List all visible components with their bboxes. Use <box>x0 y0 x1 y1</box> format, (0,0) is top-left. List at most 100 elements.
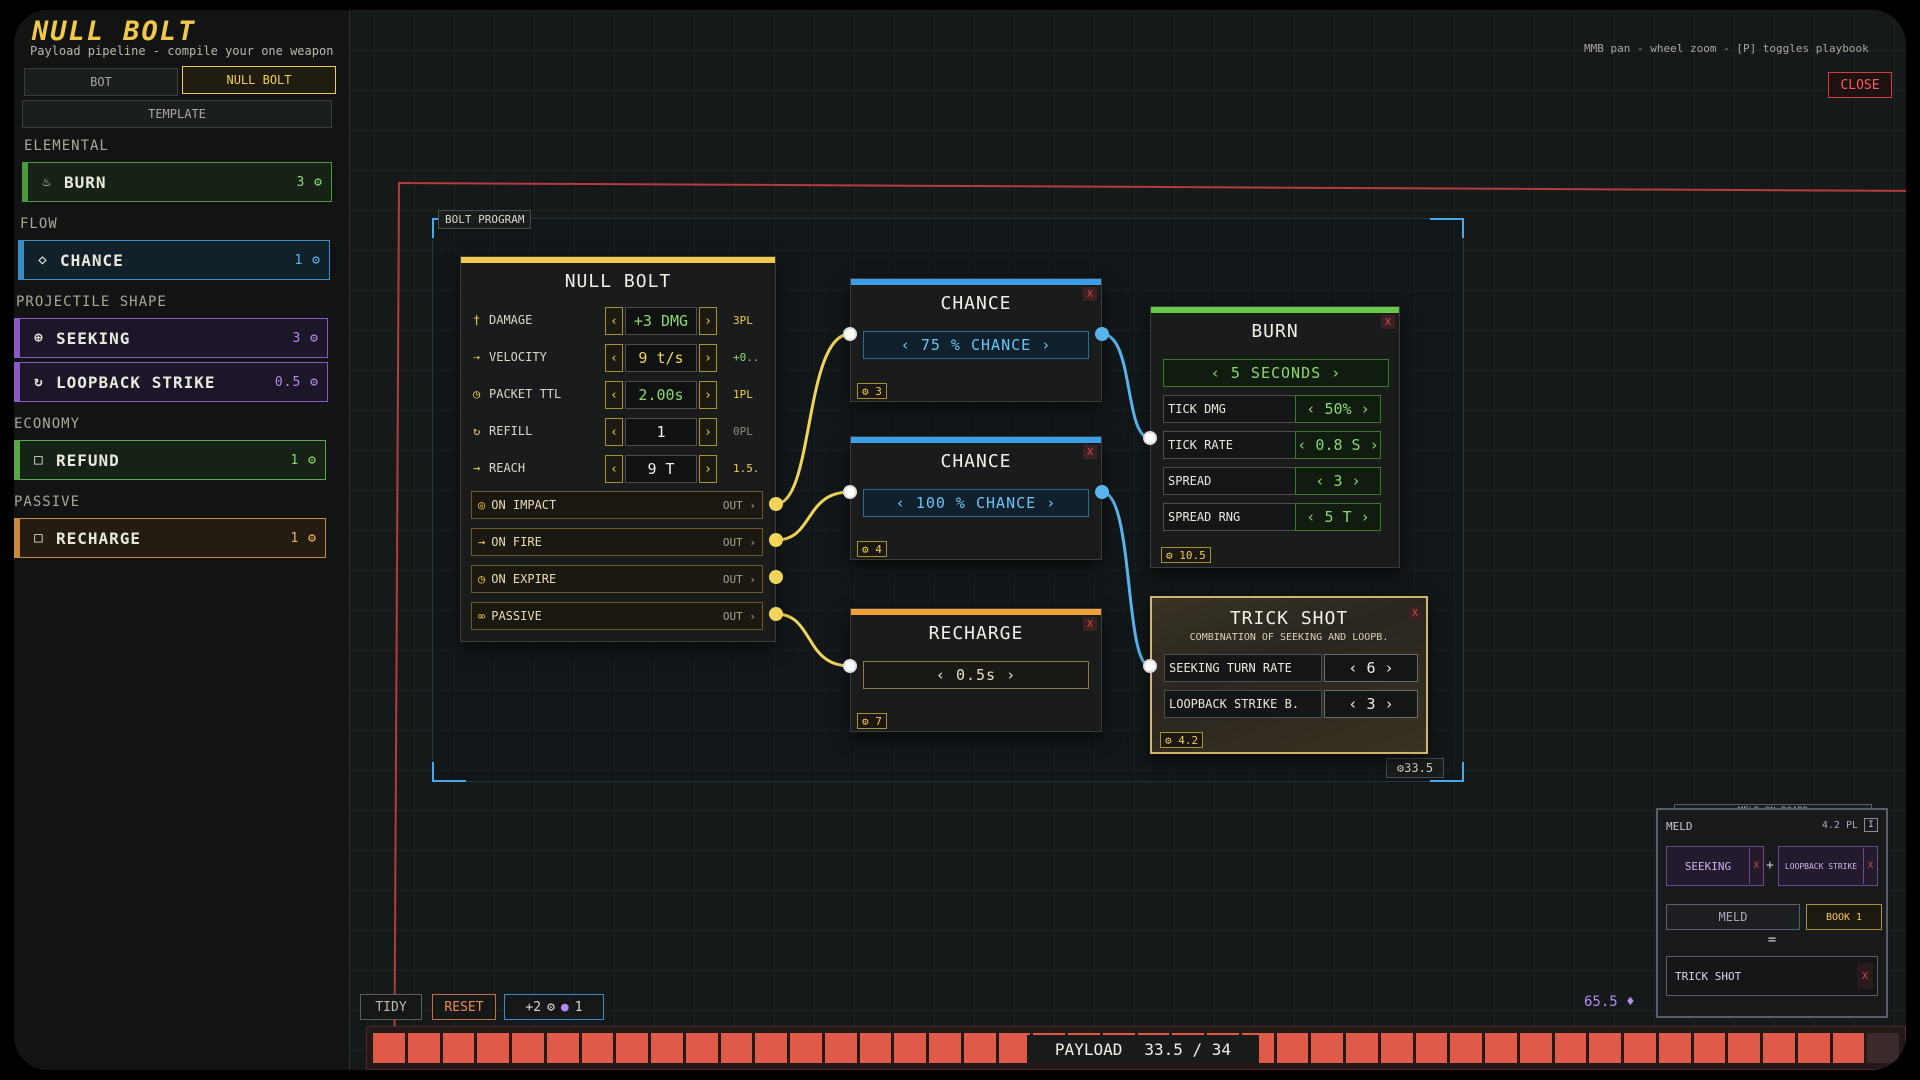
clock-icon: ◷ <box>473 387 481 401</box>
meld-panel: MELD 4.2 PL I SEEKING X + LOOPBACK STRIK… <box>1656 808 1888 1018</box>
decrease-arrow[interactable]: ‹ <box>605 381 623 409</box>
row-value[interactable]: ‹ 3 › <box>1324 690 1418 718</box>
row-value[interactable]: ‹ 0.8 S › <box>1295 431 1381 459</box>
wire-chance-burn <box>1101 332 1151 440</box>
meld-slot-seeking[interactable]: SEEKING X <box>1666 846 1764 886</box>
node-cost: ⚙ 4.2 <box>1160 732 1204 748</box>
recharge-node[interactable]: RECHARGE X ‹ 0.5s › ⚙ 7 <box>850 608 1102 732</box>
payload-segment <box>1485 1033 1517 1063</box>
trick-shot-node[interactable]: TRICK SHOT COMBINATION OF SEEKING AND LO… <box>1150 596 1428 754</box>
input-port[interactable] <box>843 659 857 673</box>
book-button[interactable]: BOOK 1 <box>1806 904 1882 930</box>
payload-segment <box>685 1033 718 1063</box>
plus-icon: + <box>1766 858 1774 873</box>
increase-arrow[interactable]: › <box>699 455 717 483</box>
payload-segment <box>512 1033 544 1063</box>
trigger-on-fire[interactable]: → ON FIRE OUT › <box>471 528 763 556</box>
tidy-button[interactable]: TIDY <box>360 994 422 1020</box>
decrease-arrow[interactable]: ‹ <box>605 307 623 335</box>
payload-segment <box>790 1033 822 1063</box>
output-port-passive[interactable] <box>769 607 783 621</box>
payload-segment <box>1311 1033 1343 1063</box>
chance-value[interactable]: ‹ 75 % CHANCE › <box>863 331 1089 359</box>
game-screen: NULL BOLT Payload pipeline - compile you… <box>14 10 1906 1070</box>
burn-spread: SPREAD ‹ 3 › <box>1163 467 1413 495</box>
burn-duration[interactable]: ‹ 5 SECONDS › <box>1163 359 1389 387</box>
payload-segment <box>1554 1033 1587 1063</box>
payload-segment <box>1763 1033 1795 1063</box>
input-port[interactable] <box>843 485 857 499</box>
node-cost: ⚙ 4 <box>857 541 887 557</box>
increase-arrow[interactable]: › <box>699 381 717 409</box>
output-port-on-fire[interactable] <box>769 533 783 547</box>
close-node-button[interactable]: X <box>1083 445 1097 459</box>
payload-segment <box>1797 1033 1830 1063</box>
decrease-arrow[interactable]: ‹ <box>605 418 623 446</box>
trigger-on-expire[interactable]: ◷ ON EXPIRE OUT › <box>471 565 763 593</box>
node-subtitle: COMBINATION OF SEEKING AND LOOPB. <box>1189 632 1389 643</box>
output-port-on-impact[interactable] <box>769 497 783 511</box>
payload-segment <box>1693 1033 1726 1063</box>
recharge-value[interactable]: ‹ 0.5s › <box>863 661 1089 689</box>
output-port[interactable] <box>1095 485 1109 499</box>
output-port[interactable] <box>1095 327 1109 341</box>
chance-node-1[interactable]: CHANCE X ‹ 75 % CHANCE › ⚙ 3 <box>850 278 1102 402</box>
trick-loopback-strike: LOOPBACK STRIKE B. ‹ 3 › <box>1164 690 1418 718</box>
stat-value: 2.00s <box>625 381 697 409</box>
burn-tick-rate: TICK RATE ‹ 0.8 S › <box>1163 431 1413 459</box>
stat-cost: 1PL <box>733 388 753 401</box>
null-bolt-node[interactable]: NULL BOLT † DAMAGE ‹ +3 DMG › 3PL ⇢ VELOCI… <box>460 256 776 642</box>
stat-value: 1 <box>625 418 697 446</box>
burn-node[interactable]: BURN X ‹ 5 SECONDS › TICK DMG ‹ 50% › TI… <box>1150 306 1400 568</box>
target-icon: ◎ <box>478 498 486 512</box>
remove-slot-button[interactable]: X <box>1749 848 1763 884</box>
meld-button[interactable]: MELD <box>1666 904 1800 930</box>
increase-arrow[interactable]: › <box>699 344 717 372</box>
payload-segment <box>373 1033 405 1063</box>
trigger-passive[interactable]: ∞ PASSIVE OUT › <box>471 602 763 630</box>
increase-arrow[interactable]: › <box>699 307 717 335</box>
close-node-button[interactable]: X <box>1381 315 1395 329</box>
wire-on-impact <box>775 332 851 506</box>
remove-slot-button[interactable]: X <box>1863 848 1877 884</box>
row-value[interactable]: ‹ 3 › <box>1295 467 1381 495</box>
payload-segment <box>581 1033 614 1063</box>
input-port[interactable] <box>843 327 857 341</box>
payload-segment <box>998 1033 1031 1063</box>
payload-segment <box>755 1033 787 1063</box>
decrease-arrow[interactable]: ‹ <box>605 455 623 483</box>
wire-chance-trick <box>1101 490 1151 668</box>
meld-slot-loopback[interactable]: LOOPBACK STRIKE X <box>1778 846 1878 886</box>
clock-icon: ◷ <box>478 572 486 586</box>
input-port[interactable] <box>1143 431 1157 445</box>
input-port[interactable] <box>1143 659 1157 673</box>
row-value[interactable]: ‹ 5 T › <box>1295 503 1381 531</box>
remove-result-button[interactable]: X <box>1857 963 1873 989</box>
payload-segment <box>651 1033 683 1063</box>
close-node-button[interactable]: X <box>1083 287 1097 301</box>
payload-segment <box>1832 1033 1865 1063</box>
payload-segment <box>1346 1033 1378 1063</box>
decrease-arrow[interactable]: ‹ <box>605 344 623 372</box>
reset-button[interactable]: RESET <box>432 994 496 1020</box>
output-port-on-expire[interactable] <box>769 570 783 584</box>
close-node-button[interactable]: X <box>1083 617 1097 631</box>
payload-segment <box>1624 1033 1656 1063</box>
node-topbar <box>461 257 775 263</box>
meld-title: MELD <box>1666 820 1693 833</box>
payload-segment <box>1450 1033 1482 1063</box>
payload-segment <box>1415 1033 1448 1063</box>
trigger-on-impact[interactable]: ◎ ON IMPACT OUT › <box>471 491 763 519</box>
close-node-button[interactable]: X <box>1408 606 1422 620</box>
increase-arrow[interactable]: › <box>699 418 717 446</box>
gear-icon: ⚙ <box>547 999 555 1015</box>
chance-node-2[interactable]: CHANCE X ‹ 100 % CHANCE › ⚙ 4 <box>850 436 1102 560</box>
row-value[interactable]: ‹ 50% › <box>1295 395 1381 423</box>
chance-value[interactable]: ‹ 100 % CHANCE › <box>863 489 1089 517</box>
trick-seeking-turn-rate: SEEKING TURN RATE ‹ 6 › <box>1164 654 1418 682</box>
payload-segment <box>929 1033 961 1063</box>
node-title: TRICK SHOT <box>1229 608 1349 629</box>
payload-label: PAYLOAD 33.5 / 34 <box>1027 1035 1259 1063</box>
info-icon[interactable]: I <box>1864 818 1878 832</box>
row-value[interactable]: ‹ 6 › <box>1324 654 1418 682</box>
